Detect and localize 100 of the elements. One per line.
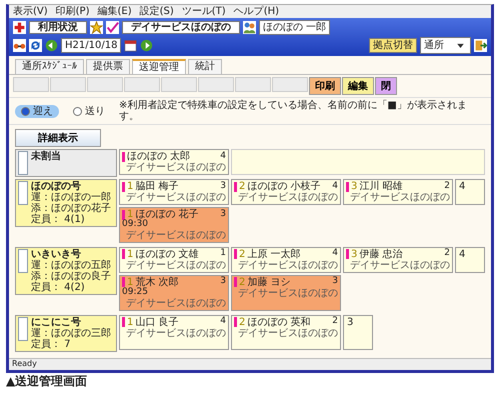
group-name: いきいき号	[31, 248, 82, 260]
seat-number: 1	[127, 248, 134, 260]
edit-button[interactable]: 編集	[342, 77, 374, 95]
facility-text: デイサービスほのぼの	[125, 328, 226, 339]
marker-icon	[234, 317, 237, 328]
radio-option[interactable]: 迎え	[15, 104, 59, 118]
check-icon[interactable]	[106, 21, 119, 34]
capacity-text: 定員： 4(2)	[31, 282, 86, 293]
marker-icon	[122, 152, 125, 162]
seat-number: 1	[127, 209, 134, 220]
people-icon[interactable]	[243, 21, 256, 34]
count-text: 4	[220, 317, 226, 328]
plus-icon[interactable]	[13, 21, 26, 34]
passenger-name: ほのぼの 英和	[247, 316, 312, 328]
facility-text: デイサービスほのぼの	[125, 298, 226, 309]
passenger-card[interactable]: ほのぼの 太郎 4 デイサービスほのぼの	[119, 149, 229, 175]
passenger-name: 伊藤 忠治	[359, 248, 404, 260]
passenger-name: 荒木 次郎	[135, 276, 180, 288]
staff-name: 添：ほのぼの花子	[31, 203, 111, 214]
count-text: 1	[220, 249, 226, 260]
facility-text: デイサービスほのぼの	[125, 162, 226, 173]
status-bar: Ready	[9, 358, 491, 370]
capacity-text: 定員： 4(1)	[31, 214, 86, 225]
passenger-card[interactable]: 2 ほのぼの 英和 2 デイサービスほのぼの	[231, 314, 341, 350]
checkbox[interactable]	[18, 181, 28, 205]
passenger-card[interactable]: 1 ほのぼの 文雄 1 デイサービスほのぼの	[119, 246, 229, 273]
count-text: 4	[332, 182, 338, 192]
site-dropdown[interactable]: 通所	[420, 37, 471, 54]
passenger-name: ほのぼの 文雄	[135, 248, 200, 260]
checkbox[interactable]	[18, 248, 28, 273]
menu-item[interactable]: ツール(T)	[182, 6, 226, 17]
menu-item[interactable]: ヘルプ(H)	[234, 6, 280, 17]
seat-number: 2	[239, 316, 246, 328]
marker-icon	[234, 182, 237, 192]
staff-name: 運：ほのぼの一郎	[31, 192, 111, 203]
exit-icon[interactable]	[474, 39, 487, 52]
passenger-card[interactable]: 3 江川 昭雄 2 デイサービスほのぼの	[343, 179, 453, 205]
seat-number: 2	[239, 248, 246, 260]
menu-item[interactable]: 印刷(P)	[56, 6, 90, 17]
seat-number: 4	[455, 246, 485, 273]
group-label[interactable]: にこにこ号 運：ほのぼの三郎 定員： 7	[15, 314, 117, 352]
group-label[interactable]: いきいき号 運：ほのぼの五郎 添：ほのぼの良子 定員： 4(2)	[15, 246, 117, 295]
marker-icon	[346, 182, 349, 192]
menu-item[interactable]: 設定(S)	[140, 6, 174, 17]
seat-number: 4	[455, 179, 485, 205]
passenger-name: 上原 一太郎	[247, 248, 302, 260]
count-text: 2	[332, 317, 338, 328]
count-text: 2	[444, 249, 450, 260]
count-text: 3	[332, 277, 338, 288]
marker-icon	[122, 210, 125, 220]
seat-number: 2	[239, 181, 246, 192]
menu-item[interactable]: 編集(E)	[98, 6, 132, 17]
detail-button[interactable]: 詳細表示	[15, 129, 101, 147]
seat-number: 3	[343, 314, 373, 350]
count-text: 3	[220, 277, 226, 288]
count-text: 3	[220, 210, 226, 220]
checkbox[interactable]	[18, 316, 28, 341]
group-label[interactable]: 未割当	[15, 149, 117, 177]
marker-icon	[122, 249, 125, 260]
passenger-card[interactable]: 2 ほのぼの 小枝子 4 デイサービスほのぼの	[231, 179, 341, 205]
passenger-name: ほのぼの 小枝子	[247, 181, 322, 192]
passenger-card[interactable]: 1 荒木 次郎 3 09:25 デイサービスほのぼの	[119, 274, 229, 311]
marker-icon	[234, 249, 237, 260]
print-button[interactable]: 印刷	[309, 77, 341, 95]
seat-number: 1	[127, 276, 134, 288]
tab[interactable]: 統計	[188, 59, 222, 74]
count-text: 4	[332, 249, 338, 260]
star-icon[interactable]	[90, 21, 103, 34]
passenger-card[interactable]: 2 上原 一太郎 4 デイサービスほのぼの	[231, 246, 341, 273]
checkbox[interactable]	[18, 151, 28, 175]
passenger-card[interactable]: 1 脇田 梅子 3 デイサービスほのぼの	[119, 179, 229, 205]
passenger-card[interactable]: 1 ほのぼの 花子 3 09:30 デイサービスほのぼの	[119, 207, 229, 243]
date-field[interactable]: H21/10/18	[61, 38, 122, 53]
marker-icon	[122, 182, 125, 192]
group-label[interactable]: ほのぼの号 運：ほのぼの一郎 添：ほのぼの花子 定員： 4(1)	[15, 179, 117, 227]
facility-text: デイサービスほのぼの	[125, 230, 226, 241]
glasses-icon[interactable]	[13, 39, 26, 52]
tab[interactable]: 提供票	[86, 59, 130, 74]
group-name: にこにこ号	[31, 316, 82, 328]
passenger-card[interactable]: 1 山口 良子 4 デイサービスほのぼの	[119, 314, 229, 350]
marker-icon	[346, 249, 349, 260]
passenger-card[interactable]: 2 加藤 ヨシ 3 デイサービスほのぼの	[231, 274, 341, 311]
passenger-name: ほのぼの 花子	[135, 209, 200, 220]
group-name: 未割当	[31, 151, 61, 162]
facility-text: デイサービスほのぼの	[349, 260, 450, 271]
staff-name: 添：ほのぼの良子	[31, 270, 111, 282]
passenger-card[interactable]: 3 伊藤 忠治 2 デイサービスほのぼの	[343, 246, 453, 273]
count-text: 2	[444, 182, 450, 192]
pickup-time: 09:25	[122, 288, 149, 298]
user-field[interactable]: ほのぼの 一郎	[259, 20, 330, 35]
close-button[interactable]: 閉	[375, 77, 397, 95]
tab[interactable]: 通所ｽｹｼﾞｭｰﾙ	[15, 59, 84, 74]
capacity-text: 定員： 7	[31, 338, 72, 350]
tab[interactable]: 送迎管理	[132, 59, 186, 74]
menu-item[interactable]: 表示(V)	[13, 6, 48, 17]
calendar-icon[interactable]	[124, 39, 138, 52]
refresh-icon[interactable]	[29, 39, 42, 52]
radio-option[interactable]: 送り	[67, 104, 111, 118]
seat-number: 1	[127, 316, 134, 328]
staff-name: 運：ほのぼの三郎	[31, 328, 111, 339]
